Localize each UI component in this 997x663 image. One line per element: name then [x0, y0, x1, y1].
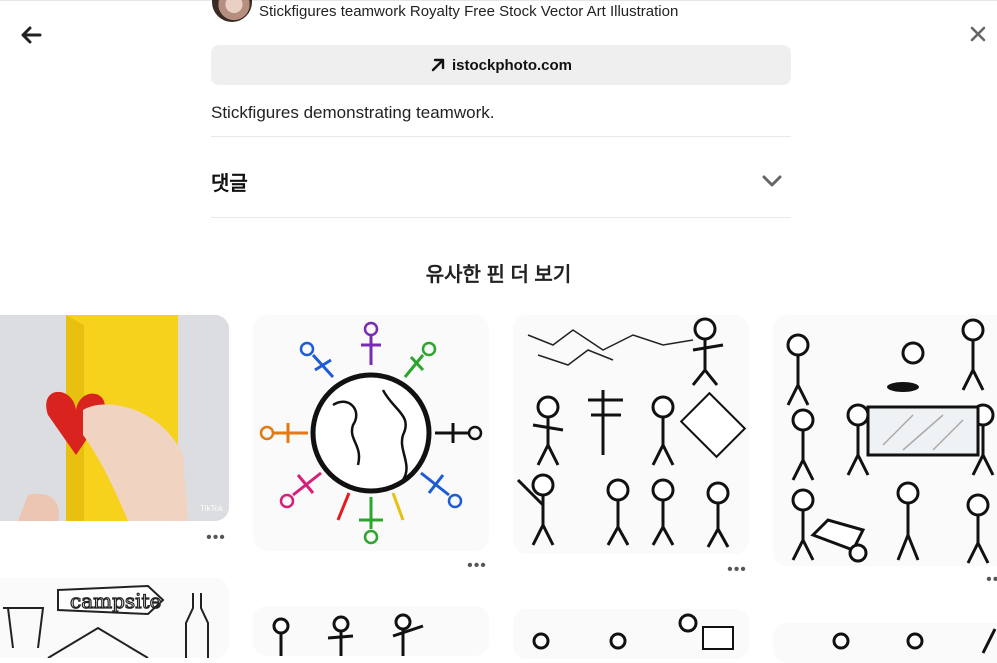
close-button[interactable] [964, 20, 992, 48]
pin-menu-button[interactable]: ••• [726, 562, 748, 578]
arrow-up-right-icon [431, 58, 445, 72]
svg-text:campsite: campsite [70, 589, 161, 613]
pin-image [773, 623, 997, 663]
pin-image [513, 315, 749, 554]
pin-card[interactable] [253, 606, 489, 656]
comments-toggle[interactable]: 댓글 [211, 157, 791, 205]
more-pins-title: 유사한 핀 더 보기 [425, 264, 572, 286]
divider [211, 217, 791, 218]
pin-image [0, 315, 229, 521]
pin-card[interactable] [253, 315, 489, 551]
pin-menu-button[interactable]: ••• [985, 572, 997, 588]
pin-menu-button[interactable]: ••• [466, 558, 488, 574]
divider [211, 136, 791, 137]
pin-card[interactable] [773, 315, 997, 566]
comments-label: 댓글 [211, 172, 248, 195]
back-button[interactable] [14, 20, 48, 50]
pin-image [773, 315, 997, 566]
source-title[interactable]: Stickfigures teamwork Royalty Free Stock… [259, 3, 678, 20]
pin-image [253, 315, 489, 551]
pin-card[interactable]: TikTok [0, 315, 229, 521]
pin-image [253, 606, 489, 656]
pin-image: campsite [0, 578, 229, 658]
tiktok-badge: TikTok [200, 504, 223, 513]
chevron-down-icon[interactable] [761, 174, 783, 188]
pin-card[interactable]: campsite [0, 578, 229, 658]
pin-description: Stickfigures demonstrating teamwork. [211, 103, 495, 122]
pin-card[interactable] [513, 315, 749, 554]
visit-site-label: istockphoto.com [451, 56, 572, 74]
pin-card[interactable] [773, 623, 997, 663]
visit-site-button[interactable]: istockphoto.com [211, 45, 791, 85]
source-row[interactable]: Stickfigures teamwork Royalty Free Stock… [211, 0, 678, 22]
close-icon [970, 26, 986, 42]
avatar[interactable] [212, 0, 252, 22]
pin-card[interactable] [513, 609, 749, 659]
pin-image [513, 609, 749, 659]
arrow-left-icon [21, 26, 42, 44]
pin-menu-button[interactable]: ••• [205, 530, 227, 546]
